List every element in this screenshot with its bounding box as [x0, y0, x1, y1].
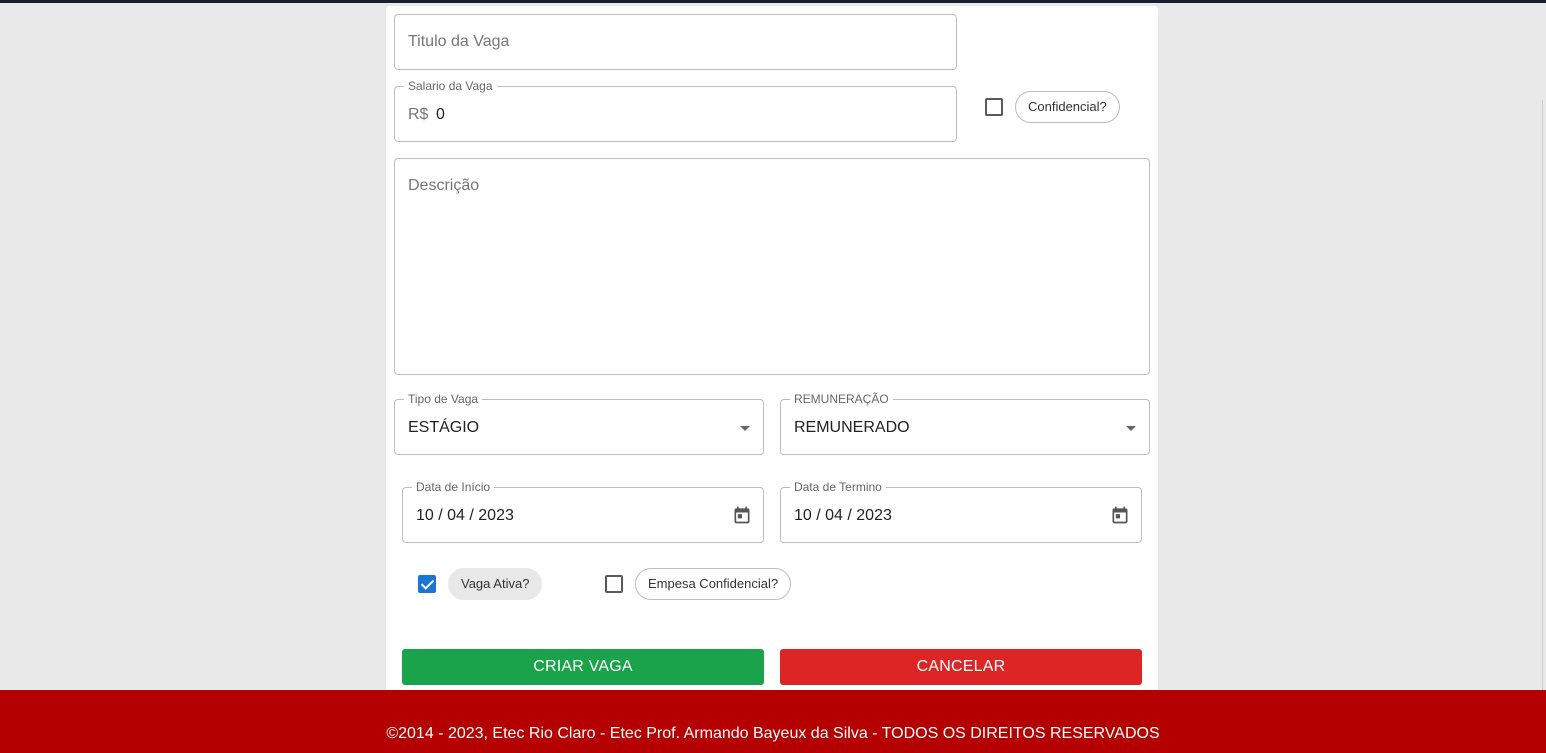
create-job-button[interactable]: CRIAR VAGA: [402, 649, 764, 685]
job-type-label: Tipo de Vaga: [404, 392, 483, 406]
job-title-placeholder: Titulo da Vaga: [408, 33, 510, 50]
company-confidential-checkbox[interactable]: [605, 575, 623, 593]
calendar-icon[interactable]: [732, 504, 752, 526]
active-chip[interactable]: Vaga Ativa?: [448, 568, 543, 600]
job-title-input[interactable]: Titulo da Vaga: [394, 14, 957, 70]
start-date-label: Data de Início: [412, 480, 495, 494]
end-date-value: 10 / 04 / 2023: [794, 507, 892, 524]
salary-input[interactable]: Salario da Vaga R$ 0: [394, 79, 957, 142]
calendar-icon[interactable]: [1110, 504, 1130, 526]
job-form-card: Titulo da Vaga Salario da Vaga R$ 0 Conf…: [386, 6, 1158, 696]
start-date-input[interactable]: Data de Início 10 / 04 / 2023: [402, 480, 764, 543]
end-date-input[interactable]: Data de Termino 10 / 04 / 2023: [780, 480, 1142, 543]
job-type-select[interactable]: Tipo de Vaga ESTÁGIO: [394, 392, 764, 455]
currency-prefix: R$: [408, 106, 429, 123]
job-type-value: ESTÁGIO: [408, 419, 480, 436]
company-confidential-chip[interactable]: Empesa Confidencial?: [635, 568, 792, 600]
scrollbar-track[interactable]: [1542, 100, 1546, 700]
chevron-down-icon: [1126, 426, 1136, 431]
active-checkbox[interactable]: [418, 575, 436, 593]
description-placeholder: Descrição: [408, 177, 480, 194]
top-bar: [0, 0, 1546, 3]
footer-copyright: ©2014 - 2023, Etec Rio Claro - Etec Prof…: [386, 725, 1160, 742]
remuneration-select[interactable]: REMUNERAÇÃO REMUNERADO: [780, 392, 1150, 455]
end-date-label: Data de Termino: [790, 480, 886, 494]
start-date-value: 10 / 04 / 2023: [416, 507, 514, 524]
cancel-button[interactable]: CANCELAR: [780, 649, 1142, 685]
salary-label: Salario da Vaga: [404, 79, 497, 93]
chevron-down-icon: [740, 426, 750, 431]
remuneration-label: REMUNERAÇÃO: [790, 392, 893, 406]
footer: ©2014 - 2023, Etec Rio Claro - Etec Prof…: [0, 690, 1546, 753]
confidential-chip[interactable]: Confidencial?: [1015, 91, 1120, 123]
salary-value: 0: [436, 106, 445, 123]
remuneration-value: REMUNERADO: [794, 419, 910, 436]
description-textarea[interactable]: Descrição: [394, 158, 1150, 375]
confidential-checkbox[interactable]: [985, 98, 1003, 116]
